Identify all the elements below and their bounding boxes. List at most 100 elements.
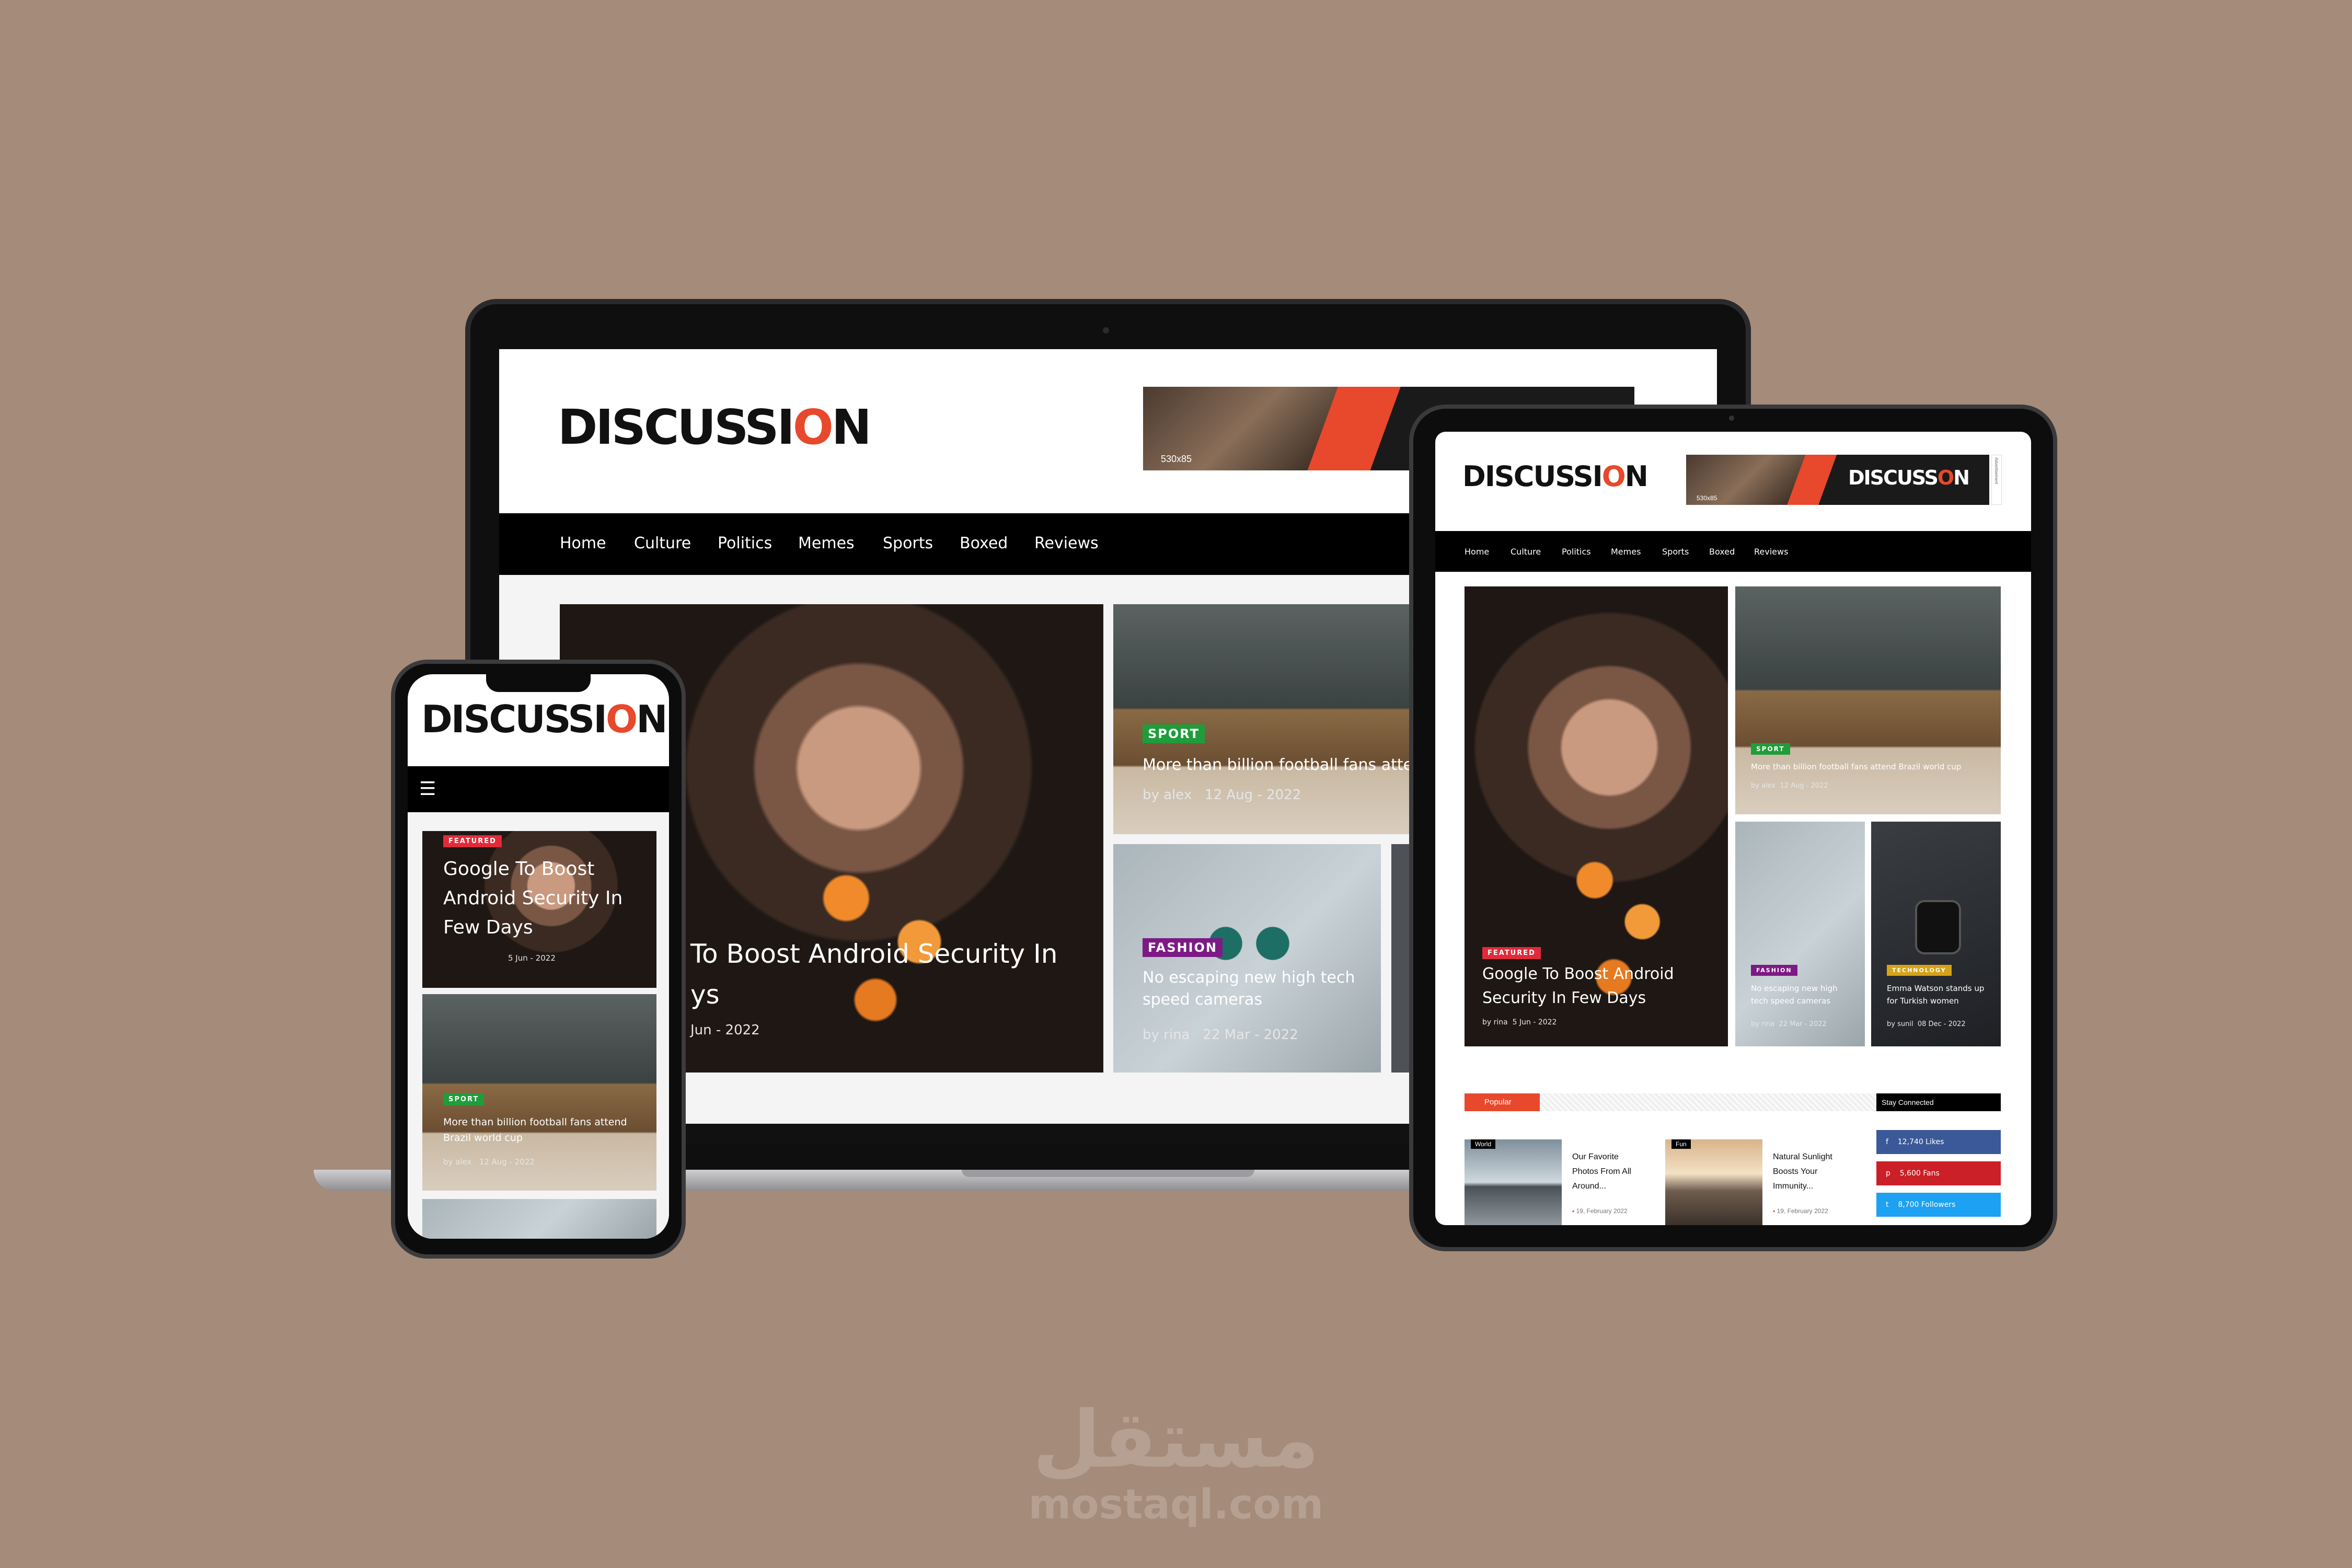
logo-text: DISCUSSI	[1462, 460, 1603, 493]
site-logo[interactable]: DISCUSSION	[558, 399, 872, 455]
card-title[interactable]: More than billion football fans attend B…	[1751, 762, 1961, 771]
social-twitter[interactable]: t 8,700 Followers	[1876, 1193, 2001, 1217]
watch-image	[1915, 900, 1961, 954]
featured-title-line2[interactable]: ys	[690, 979, 720, 1010]
tag-fashion[interactable]: FASHION	[1751, 965, 1797, 976]
popular-item-title[interactable]: Our Favorite Photos From All Around...	[1572, 1150, 1631, 1194]
card-author[interactable]: by alex	[443, 1157, 471, 1167]
popular-item-date: ▪ 19, February 2022	[1773, 1207, 1828, 1215]
card-title-line2[interactable]: tech speed cameras	[1751, 996, 1830, 1006]
social-count: 8,700 Followers	[1898, 1201, 1956, 1209]
featured-title[interactable]: Google To Boost	[443, 858, 594, 880]
social-count: 12,740 Likes	[1897, 1138, 1944, 1146]
featured-title[interactable]: To Boost Android Security In	[690, 939, 1057, 969]
nav-item-memes[interactable]: Memes	[798, 534, 855, 552]
card-author[interactable]: by rina	[1143, 1027, 1190, 1043]
card-author[interactable]: by alex	[1751, 782, 1775, 790]
tag-sport[interactable]: SPORT	[1143, 724, 1205, 743]
ad-logo-text: DISCUSS	[1848, 466, 1939, 489]
nav-item-reviews[interactable]: Reviews	[1754, 547, 1788, 557]
featured-post[interactable]: FEATURED Google To Boost Android Securit…	[1465, 586, 1728, 1046]
post-card-fashion[interactable]: FASHION No escaping new high tech speed …	[1113, 844, 1381, 1073]
category-badge[interactable]: World	[1471, 1139, 1496, 1149]
stay-connected-header: Stay Connected	[1876, 1093, 2001, 1111]
tag-featured[interactable]: FEATURED	[1482, 947, 1541, 959]
card-title-line2[interactable]: speed cameras	[1143, 990, 1262, 1009]
watermark-latin: mostaql.com	[1028, 1481, 1324, 1528]
popular-header: Popular	[1465, 1093, 1876, 1111]
tablet-screen: DISCUSSION DISCUSSON 530x85 Advertisemen…	[1435, 432, 2031, 1225]
featured-title-line2[interactable]: Android Security In	[443, 887, 622, 909]
card-date: 12 Aug - 2022	[479, 1157, 535, 1167]
logo-text: DISCUSSI	[558, 399, 795, 455]
nav-item-memes[interactable]: Memes	[1611, 547, 1641, 557]
tag-sport[interactable]: SPORT	[1751, 743, 1790, 755]
featured-title-line2[interactable]: Security In Few Days	[1482, 989, 1646, 1007]
popular-item-image[interactable]: Fun	[1665, 1139, 1762, 1225]
card-title-line2[interactable]: Brazil world cup	[443, 1132, 523, 1144]
site-logo[interactable]: DISCUSSION	[421, 697, 667, 741]
mobile-nav-bar: ☰	[408, 766, 669, 812]
card-title[interactable]: No escaping new high tech	[1143, 969, 1355, 987]
card-title-line2[interactable]: for Turkish women	[1887, 996, 1959, 1006]
social-pinterest[interactable]: p 5,600 Fans	[1876, 1161, 2001, 1185]
tag-fashion[interactable]: FASHION	[1143, 938, 1223, 957]
featured-post[interactable]: FEATURED Google To Boost Android Securit…	[422, 831, 656, 988]
featured-image-flowers	[758, 782, 1051, 1073]
card-title[interactable]: No escaping new high	[1751, 984, 1838, 993]
card-date: 12 Aug - 2022	[1205, 787, 1301, 803]
post-card-fashion[interactable]: FASHION No escaping new high tech speed …	[1735, 822, 1865, 1046]
popular-item-title[interactable]: Natural Sunlight Boosts Your Immunity...	[1773, 1150, 1832, 1194]
card-title[interactable]: More than billion football fans attend	[1143, 756, 1433, 774]
title-line[interactable]: Immunity...	[1773, 1179, 1832, 1194]
post-card-sport[interactable]: SPORT More than billion football fans at…	[1113, 604, 1433, 834]
post-card-technology[interactable]: TECHNOLOGY Emma Watson stands up for Tur…	[1871, 822, 2001, 1046]
nav-item-culture[interactable]: Culture	[634, 534, 691, 552]
nav-item-reviews[interactable]: Reviews	[1034, 534, 1099, 552]
main-nav: Home Culture Politics Memes Sports Boxed…	[1435, 531, 2031, 572]
tag-sport[interactable]: SPORT	[443, 1093, 485, 1105]
logo-text-end: N	[831, 399, 872, 455]
logo-text: DISCUSSI	[421, 697, 607, 741]
tag-technology[interactable]: TECHNOLOGY	[1887, 965, 1952, 976]
ad-size-label: 530x85	[1161, 454, 1192, 464]
card-title[interactable]: More than billion football fans attend	[443, 1116, 627, 1128]
nav-item-sports[interactable]: Sports	[1662, 547, 1689, 557]
nav-item-home[interactable]: Home	[560, 534, 606, 552]
post-card-sport[interactable]: SPORT More than billion football fans at…	[422, 994, 656, 1191]
card-title[interactable]: Emma Watson stands up	[1887, 984, 1984, 993]
nav-item-home[interactable]: Home	[1465, 547, 1489, 557]
title-line[interactable]: Natural Sunlight	[1773, 1150, 1832, 1165]
facebook-icon: f	[1886, 1138, 1888, 1146]
nav-item-politics[interactable]: Politics	[1562, 547, 1591, 557]
post-card-sport[interactable]: SPORT More than billion football fans at…	[1735, 586, 2001, 814]
header-ad-banner[interactable]: DISCUSSON 530x85	[1686, 455, 1989, 505]
card-author[interactable]: by alex	[1143, 787, 1192, 803]
title-line[interactable]: Around...	[1572, 1179, 1631, 1194]
ad-brand-logo: DISCUSSON	[1848, 466, 1970, 489]
popular-item-image[interactable]: World	[1465, 1139, 1562, 1225]
featured-title-line3[interactable]: Few Days	[443, 917, 533, 938]
nav-item-politics[interactable]: Politics	[718, 534, 772, 552]
title-line[interactable]: Boosts Your	[1773, 1165, 1832, 1179]
site-logo[interactable]: DISCUSSION	[1462, 460, 1648, 493]
logo-o-bubble: O	[605, 697, 638, 741]
featured-author[interactable]: by rina	[1482, 1018, 1508, 1027]
featured-title[interactable]: Google To Boost Android	[1482, 965, 1674, 983]
nav-item-culture[interactable]: Culture	[1511, 547, 1541, 557]
card-author[interactable]: by rina	[1751, 1020, 1774, 1028]
nav-item-boxed[interactable]: Boxed	[1709, 547, 1735, 557]
ad-size-label: 530x85	[1697, 494, 1717, 502]
nav-item-boxed[interactable]: Boxed	[960, 534, 1008, 552]
calendar-icon: ▪	[1773, 1207, 1775, 1215]
title-line[interactable]: Photos From All	[1572, 1165, 1631, 1179]
nav-item-sports[interactable]: Sports	[883, 534, 933, 552]
category-badge[interactable]: Fun	[1671, 1139, 1691, 1149]
hamburger-icon[interactable]: ☰	[419, 778, 436, 800]
social-facebook[interactable]: f 12,740 Likes	[1876, 1130, 2001, 1154]
card-date: 12 Aug - 2022	[1780, 782, 1828, 790]
title-line[interactable]: Our Favorite	[1572, 1150, 1631, 1165]
tag-featured[interactable]: FEATURED	[443, 835, 502, 847]
card-author[interactable]: by sunil	[1887, 1020, 1913, 1028]
social-count: 5,600 Fans	[1899, 1169, 1940, 1178]
